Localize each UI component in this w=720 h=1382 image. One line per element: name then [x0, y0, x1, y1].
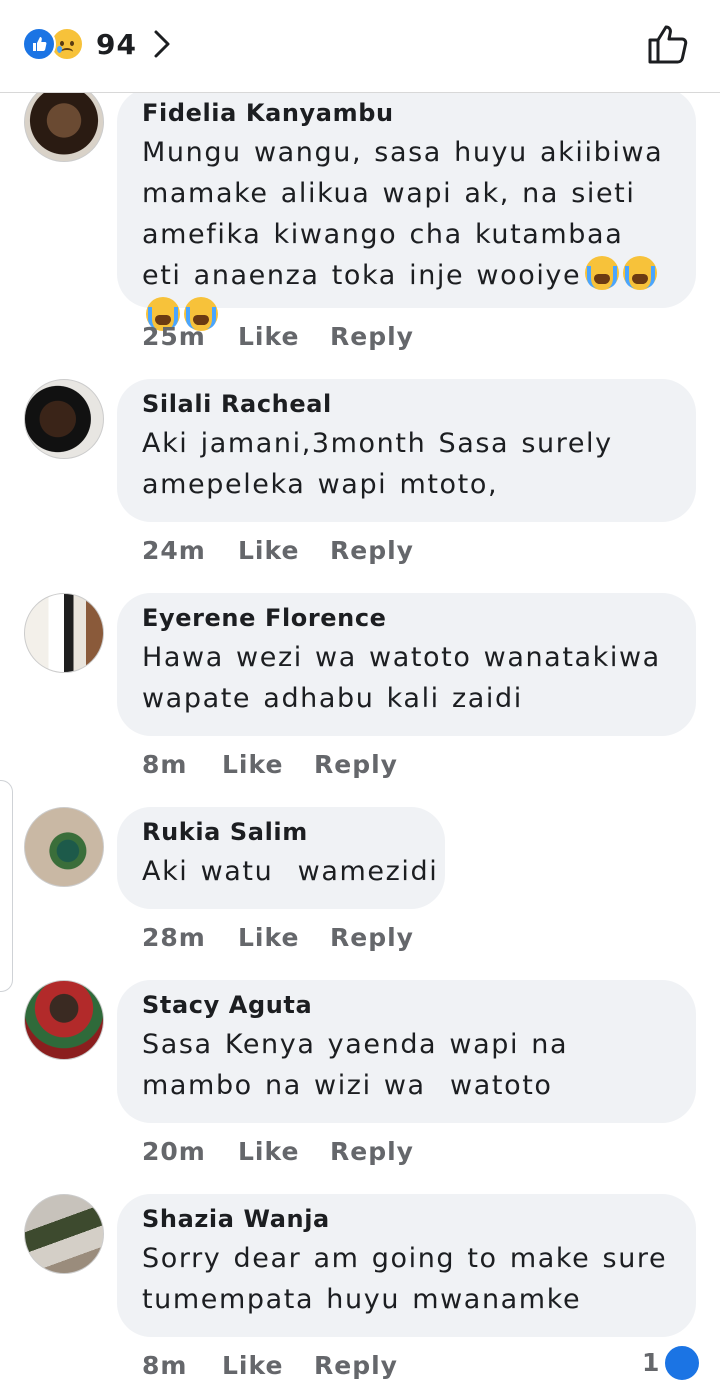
comment-author[interactable]: Silali Racheal: [142, 389, 670, 419]
reply-button[interactable]: Reply: [330, 536, 414, 565]
comment-bubble[interactable]: Shazia Wanja Sorry dear am going to make…: [117, 1194, 696, 1337]
comment-time[interactable]: 28m: [142, 923, 238, 952]
comment-author[interactable]: Stacy Aguta: [142, 990, 670, 1020]
comment-actions: 25m Like Reply: [142, 322, 414, 351]
avatar[interactable]: [24, 807, 104, 887]
crying-face-emoji-icon: [585, 256, 620, 290]
avatar[interactable]: [24, 379, 104, 459]
comment-text: Sorry dear am going to make sure tumempa…: [142, 1243, 668, 1315]
comment-actions: 28m Like Reply: [142, 923, 414, 952]
crying-face-emoji-icon: [623, 256, 658, 290]
comment-author[interactable]: Shazia Wanja: [142, 1204, 670, 1234]
comment-bubble[interactable]: Rukia Salim Aki watu wamezidi: [117, 807, 445, 909]
comment-time[interactable]: 24m: [142, 536, 238, 565]
comment-bubble[interactable]: Silali Racheal Aki jamani,3month Sasa su…: [117, 379, 696, 522]
comment-bubble[interactable]: Fidelia Kanyambu Mungu wangu, sasa huyu …: [117, 88, 696, 331]
reaction-count: 94: [96, 27, 137, 61]
comment-text: Sasa Kenya yaenda wapi na mambo na wizi …: [142, 1029, 581, 1101]
comment-text: Mungu wangu, sasa huyu akiibiwa mamake a…: [142, 132, 670, 337]
comment-actions: 20m Like Reply: [142, 1137, 414, 1166]
reply-button[interactable]: Reply: [330, 322, 414, 351]
like-button[interactable]: Like: [238, 923, 330, 952]
avatar[interactable]: [24, 1194, 104, 1274]
avatar[interactable]: [24, 593, 104, 673]
comment-text: Aki jamani,3month Sasa surely amepeleka …: [142, 428, 613, 500]
reply-button[interactable]: Reply: [330, 1137, 414, 1166]
like-reaction-icon: [22, 27, 56, 61]
comment-reaction-count: 1: [642, 1348, 660, 1377]
reply-button[interactable]: Reply: [314, 750, 398, 779]
comment-bubble[interactable]: Stacy Aguta Sasa Kenya yaenda wapi na ma…: [117, 980, 696, 1123]
side-drag-handle[interactable]: [0, 780, 13, 992]
like-button[interactable]: Like: [238, 1137, 330, 1166]
avatar[interactable]: [24, 980, 104, 1060]
comment-bubble[interactable]: Eyerene Florence Hawa wezi wa watoto wan…: [117, 593, 696, 736]
comment-author[interactable]: Fidelia Kanyambu: [142, 98, 670, 128]
comment-text: Hawa wezi wa watoto wanatakiwa wapate ad…: [142, 642, 661, 714]
chevron-right-icon[interactable]: [153, 29, 171, 59]
comment-text: Aki watu wamezidi: [142, 856, 439, 887]
like-reaction-icon[interactable]: [663, 1344, 701, 1382]
avatar[interactable]: [24, 82, 104, 162]
like-button[interactable]: Like: [222, 750, 314, 779]
comment-time[interactable]: 25m: [142, 322, 238, 351]
like-button[interactable]: Like: [238, 322, 330, 351]
thumbs-up-outline-icon[interactable]: [646, 22, 690, 70]
comment-actions: 24m Like Reply: [142, 536, 414, 565]
comment-actions: 8m Like Reply: [142, 750, 398, 779]
comment-author[interactable]: Eyerene Florence: [142, 603, 670, 633]
comment-author[interactable]: Rukia Salim: [142, 817, 419, 847]
like-button[interactable]: Like: [238, 536, 330, 565]
reactions-header: 94: [0, 0, 720, 93]
comment-time[interactable]: 20m: [142, 1137, 238, 1166]
reply-button[interactable]: Reply: [330, 923, 414, 952]
reaction-summary[interactable]: 94: [22, 26, 171, 62]
comment-time[interactable]: 8m: [142, 750, 222, 779]
